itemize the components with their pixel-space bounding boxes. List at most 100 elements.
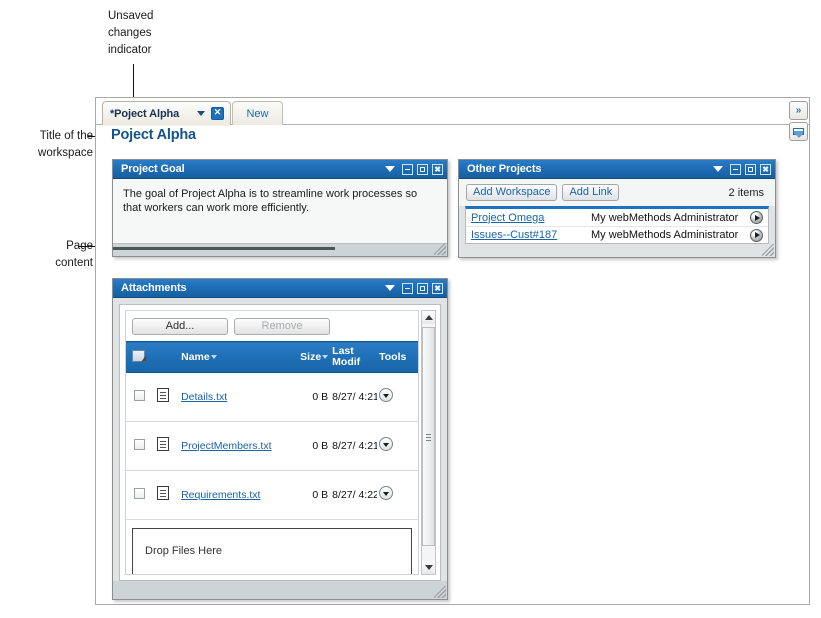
close-icon[interactable]: ✖: [432, 282, 443, 294]
attachments-scroll-pane: Add... Remove Name Size Last Modif Tools…: [125, 310, 419, 575]
restore-icon[interactable]: [417, 163, 428, 175]
row-name-cell[interactable]: Requirements.txt: [179, 470, 292, 520]
table-row[interactable]: Details.txt 0 B 8/27/ 4:21:3 PM: [126, 372, 418, 422]
text-file-icon: [156, 486, 169, 500]
expand-label: »: [795, 105, 802, 116]
row-select-cell[interactable]: [126, 470, 155, 520]
panel-toggle-icon[interactable]: [789, 122, 808, 141]
caret-down-icon[interactable]: [385, 166, 395, 172]
column-name[interactable]: Name: [179, 341, 292, 373]
select-all-checkbox-icon[interactable]: [132, 349, 145, 362]
row-file-icon-cell: [154, 372, 180, 422]
annotation-page-content: Page content: [55, 240, 93, 269]
list-item[interactable]: Project Omega My webMethods Administrato…: [466, 209, 768, 226]
row-tools-cell[interactable]: [377, 421, 418, 471]
resize-handle[interactable]: [434, 586, 446, 598]
attachments-toolbar: Add... Remove: [126, 311, 418, 341]
row-file-icon-cell: [154, 421, 180, 471]
minimize-icon[interactable]: [402, 163, 413, 175]
scrollbar-thumb[interactable]: [422, 327, 435, 546]
column-size[interactable]: Size: [291, 341, 331, 373]
row-name-cell[interactable]: ProjectMembers.txt: [179, 421, 292, 471]
scroll-down-icon[interactable]: [422, 561, 435, 574]
row-menu-icon[interactable]: [379, 486, 394, 500]
row-menu-icon[interactable]: [379, 388, 394, 402]
row-tools-cell[interactable]: [377, 372, 418, 422]
horizontal-scrollbar[interactable]: [113, 243, 447, 256]
row-size-cell: 0 B: [291, 372, 331, 422]
portlet-title-bar: Attachments ✖: [113, 279, 447, 298]
portlet-title-bar: Other Projects ✖: [459, 160, 775, 179]
column-last-modified-label: Last Modif: [332, 345, 361, 368]
row-modified-cell: 8/27/ 4:21:5 PM: [330, 421, 378, 471]
chevron-down-icon[interactable]: [197, 111, 205, 116]
column-size-label: Size: [300, 350, 322, 363]
row-size-cell: 0 B: [291, 470, 331, 520]
restore-icon[interactable]: [417, 282, 428, 294]
list-item[interactable]: Issues--Cust#187 My webMethods Administr…: [466, 226, 768, 243]
text-file-icon: [156, 388, 169, 402]
row-select-cell[interactable]: [126, 421, 155, 471]
column-icon: [154, 341, 180, 373]
minimize-icon[interactable]: [402, 282, 413, 294]
column-select-all[interactable]: [126, 341, 155, 373]
tab-new-label: New: [246, 107, 269, 120]
vertical-scrollbar[interactable]: [421, 310, 436, 575]
sort-arrow-icon[interactable]: [322, 354, 329, 359]
go-arrow-icon[interactable]: [750, 211, 763, 224]
double-chevron-right-icon[interactable]: »: [789, 101, 808, 120]
table-row[interactable]: Requirements.txt 0 B 8/27/ 4:22:0 PM: [126, 470, 418, 520]
portlet-title-bar: Project Goal ✖: [113, 160, 447, 179]
project-goal-text: The goal of Project Alpha is to streamli…: [113, 179, 447, 245]
sort-arrow-icon[interactable]: [210, 354, 217, 359]
close-icon[interactable]: ✕: [211, 107, 224, 120]
add-button[interactable]: Add...: [132, 317, 228, 335]
row-checkbox[interactable]: [134, 487, 145, 499]
project-link[interactable]: Project Omega: [471, 212, 591, 224]
caret-down-icon[interactable]: [713, 166, 723, 172]
portlet-title: Attachments: [121, 282, 187, 294]
row-select-cell[interactable]: [126, 372, 155, 422]
attachments-table: Name Size Last Modif Tools Details.txt 0…: [126, 341, 418, 520]
attachments-footer: [113, 581, 447, 599]
caret-down-icon[interactable]: [385, 285, 395, 291]
tab-poject-alpha[interactable]: *Poject Alpha ✕: [102, 101, 231, 126]
tab-new[interactable]: New: [232, 101, 283, 125]
file-link[interactable]: Requirements.txt: [181, 489, 260, 501]
remove-button[interactable]: Remove: [234, 317, 330, 335]
add-link-button[interactable]: Add Link: [562, 184, 620, 201]
add-workspace-button[interactable]: Add Workspace: [466, 184, 558, 201]
close-icon[interactable]: ✖: [760, 163, 771, 175]
row-tools-cell[interactable]: [377, 470, 418, 520]
row-file-icon-cell: [154, 470, 180, 520]
column-last-modified[interactable]: Last Modif: [330, 341, 378, 373]
row-checkbox[interactable]: [134, 438, 145, 450]
close-icon[interactable]: ✖: [432, 163, 443, 175]
restore-icon[interactable]: [745, 163, 756, 175]
project-owner: My webMethods Administrator: [591, 211, 739, 224]
file-dropzone[interactable]: Drop Files Here: [132, 528, 412, 574]
row-modified-cell: 8/27/ 4:21:3 PM: [330, 372, 378, 422]
row-checkbox[interactable]: [134, 389, 145, 401]
column-name-label: Name: [181, 350, 210, 363]
resize-handle[interactable]: [762, 244, 774, 256]
file-link[interactable]: Details.txt: [181, 391, 227, 403]
portlet-body: The goal of Project Alpha is to streamli…: [113, 179, 447, 256]
resize-handle[interactable]: [434, 243, 446, 255]
row-modified-cell: 8/27/ 4:22:0 PM: [330, 470, 378, 520]
annotation-unsaved-changes: Unsaved changes indicator: [108, 10, 154, 56]
minimize-icon[interactable]: [730, 163, 741, 175]
go-arrow-icon[interactable]: [750, 228, 763, 242]
file-link[interactable]: ProjectMembers.txt: [181, 440, 271, 452]
table-row[interactable]: ProjectMembers.txt 0 B 8/27/ 4:21:5 PM: [126, 421, 418, 471]
scroll-up-icon[interactable]: [422, 311, 435, 324]
portlet-body: Add... Remove Name Size Last Modif Tools…: [113, 298, 447, 599]
portlet-other-projects: Other Projects ✖ Add Workspace Add Link …: [458, 159, 776, 258]
row-name-cell[interactable]: Details.txt: [179, 372, 292, 422]
project-link[interactable]: Issues--Cust#187: [471, 229, 591, 241]
scrollbar-thumb[interactable]: [113, 247, 335, 250]
row-menu-icon[interactable]: [379, 437, 394, 451]
column-tools: Tools: [377, 341, 418, 373]
portlet-body: Add Workspace Add Link 2 items Project O…: [459, 179, 775, 257]
portlet-attachments: Attachments ✖ Add... Remove Name Size La…: [112, 278, 448, 600]
